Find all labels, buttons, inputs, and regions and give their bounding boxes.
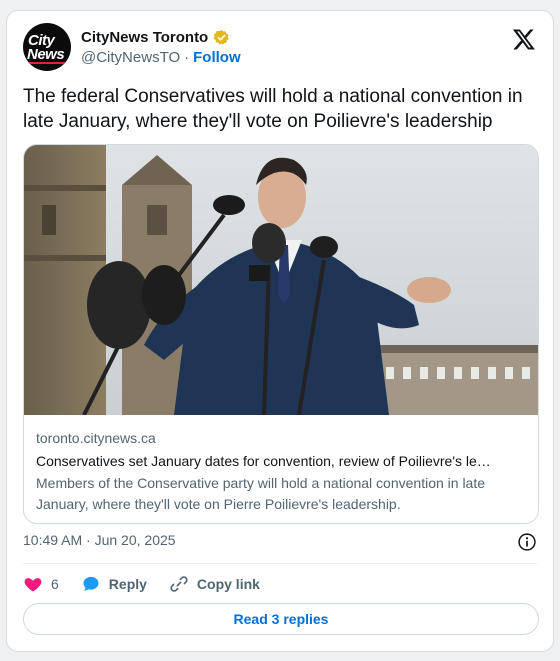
like-button[interactable]: 6	[23, 574, 59, 594]
link-card[interactable]: toronto.citynews.ca Conservatives set Ja…	[23, 144, 539, 524]
avatar[interactable]: City News	[23, 23, 71, 71]
avatar-text-news: News	[27, 46, 67, 64]
action-bar: 6 Reply Copy link	[23, 573, 282, 595]
separator-dot: ·	[184, 49, 190, 66]
account-handle[interactable]: @CityNewsTO	[81, 49, 180, 66]
reply-label: Reply	[108, 576, 147, 592]
copy-link-button[interactable]: Copy link	[169, 574, 260, 594]
link-title[interactable]: Conservatives set January dates for conv…	[36, 453, 528, 469]
reply-button[interactable]: Reply	[81, 574, 147, 594]
tweet-text: The federal Conservatives will hold a na…	[23, 86, 523, 132]
handle-row: @CityNewsTO · Follow	[81, 49, 241, 66]
tweet-timestamp[interactable]: 10:49 AM · Jun 20, 2025	[23, 532, 176, 548]
follow-button[interactable]: Follow	[193, 49, 241, 66]
link-icon	[170, 576, 188, 592]
link-info: toronto.citynews.ca Conservatives set Ja…	[36, 430, 528, 515]
tweet-header: City News CityNews Toronto @CityNewsTO ·…	[23, 23, 539, 73]
x-logo-icon[interactable]	[511, 27, 537, 51]
verified-badge-icon	[213, 29, 230, 45]
info-icon[interactable]	[517, 532, 537, 552]
reply-icon	[83, 576, 99, 592]
divider	[23, 563, 537, 564]
link-domain: toronto.citynews.ca	[36, 430, 156, 446]
link-description: Members of the Conservative party will h…	[36, 475, 486, 512]
article-photo	[24, 145, 538, 415]
tweet-card: City News CityNews Toronto @CityNewsTO ·…	[6, 10, 554, 652]
name-row: CityNews Toronto	[81, 27, 230, 47]
read-replies-button[interactable]: Read 3 replies	[23, 603, 539, 635]
like-count: 6	[51, 576, 59, 592]
account-name[interactable]: CityNews Toronto	[81, 29, 208, 46]
heart-icon	[24, 578, 42, 592]
copy-link-label: Copy link	[196, 576, 260, 592]
